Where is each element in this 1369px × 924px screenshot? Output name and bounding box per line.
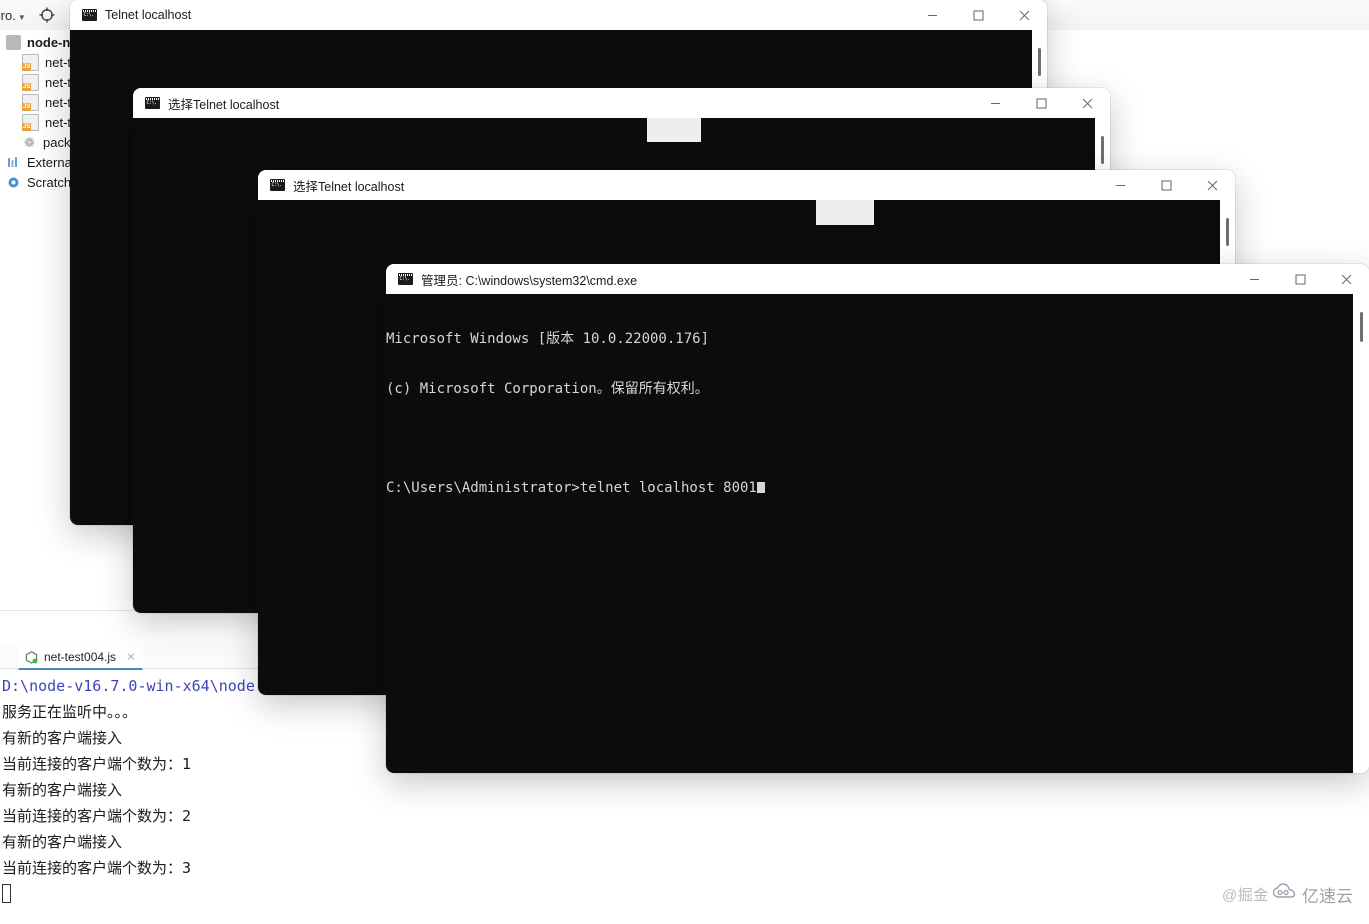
window-title: 管理员: C:\windows\system32\cmd.exe	[421, 273, 638, 288]
scrollbar-vertical[interactable]	[1354, 294, 1369, 773]
folder-icon	[6, 34, 21, 50]
maximize-button[interactable]	[1277, 264, 1323, 294]
js-file-icon	[22, 53, 39, 71]
terminal-caret	[756, 481, 765, 493]
scrollbar-thumb[interactable]	[1360, 312, 1363, 342]
window-title: 选择Telnet localhost	[168, 97, 280, 112]
terminal-selection-block	[816, 200, 874, 225]
output-line: 当前连接的客户端个数为：3	[2, 859, 192, 877]
window-controls	[1231, 264, 1369, 294]
json-file-icon: ❁	[24, 134, 35, 150]
minimize-button[interactable]	[1231, 264, 1277, 294]
close-button[interactable]	[1001, 0, 1047, 30]
cmd-console-icon	[82, 9, 97, 21]
close-button[interactable]	[1323, 264, 1369, 294]
title-bar[interactable]: Telnet localhost	[70, 0, 1047, 30]
cmd-console-icon	[145, 97, 160, 109]
window-title: Telnet localhost	[105, 8, 192, 22]
window-controls	[1097, 170, 1235, 200]
scrollbar-thumb[interactable]	[1226, 218, 1229, 246]
maximize-button[interactable]	[955, 0, 1001, 30]
watermark-yisu: 亿速云	[1272, 882, 1353, 907]
cmd-console-icon	[398, 273, 413, 285]
scrollbar-thumb[interactable]	[1038, 48, 1041, 76]
js-file-icon	[22, 93, 39, 111]
minimize-button[interactable]	[909, 0, 955, 30]
close-icon[interactable]: ✕	[126, 650, 136, 664]
chevron-down-icon: ▼	[17, 12, 26, 22]
title-bar[interactable]: 选择Telnet localhost	[258, 170, 1235, 200]
terminal-output: Microsoft Windows [版本 10.0.22000.176] (c…	[386, 298, 765, 529]
tab-label: net-test004.js	[44, 650, 117, 664]
scratches-icon	[6, 175, 21, 190]
terminal-line: (c) Microsoft Corporation。保留所有权利。	[386, 380, 709, 397]
close-button[interactable]	[1189, 170, 1235, 200]
output-line: 有新的客户端接入	[2, 833, 123, 851]
terminal-body[interactable]: Microsoft Windows [版本 10.0.22000.176] (c…	[386, 294, 1353, 773]
project-selector[interactable]: Pro. ▼	[0, 8, 26, 23]
js-file-icon	[22, 113, 39, 131]
watermark-juejin: @掘金	[1222, 887, 1269, 904]
maximize-button[interactable]	[1143, 170, 1189, 200]
close-button[interactable]	[1064, 88, 1110, 118]
title-bar[interactable]: 选择Telnet localhost	[133, 88, 1110, 118]
window-controls	[909, 0, 1047, 30]
output-line: 有新的客户端接入	[2, 781, 123, 799]
js-file-icon	[22, 73, 39, 91]
window-title: 选择Telnet localhost	[293, 179, 405, 194]
minimize-button[interactable]	[972, 88, 1018, 118]
locate-target-icon[interactable]	[38, 6, 56, 24]
title-bar[interactable]: 管理员: C:\windows\system32\cmd.exe	[386, 264, 1369, 294]
tab-net-test004[interactable]: net-test004.js ✕	[18, 645, 144, 670]
terminal-line: Microsoft Windows [版本 10.0.22000.176]	[386, 331, 710, 347]
nodejs-run-icon	[25, 650, 38, 664]
scrollbar-thumb[interactable]	[1101, 136, 1104, 164]
watermark-yisu-label: 亿速云	[1302, 887, 1353, 906]
terminal-line-with-caret: C:\Users\Administrator>telnet localhost …	[386, 480, 765, 497]
window-cmd-admin[interactable]: 管理员: C:\windows\system32\cmd.exe Microso…	[386, 264, 1369, 773]
minimize-button[interactable]	[1097, 170, 1143, 200]
text-cursor-block	[2, 884, 11, 903]
cloud-icon	[1272, 883, 1298, 906]
maximize-button[interactable]	[1018, 88, 1064, 118]
cmd-console-icon	[270, 179, 285, 191]
terminal-selection-block	[647, 118, 701, 142]
output-caret-line	[2, 881, 1369, 907]
library-icon	[6, 155, 21, 170]
output-line: 当前连接的客户端个数为：2	[2, 807, 192, 825]
project-selector-label: Pro.	[0, 7, 16, 23]
window-controls	[972, 88, 1110, 118]
terminal-line: C:\Users\Administrator>telnet localhost …	[386, 479, 757, 496]
